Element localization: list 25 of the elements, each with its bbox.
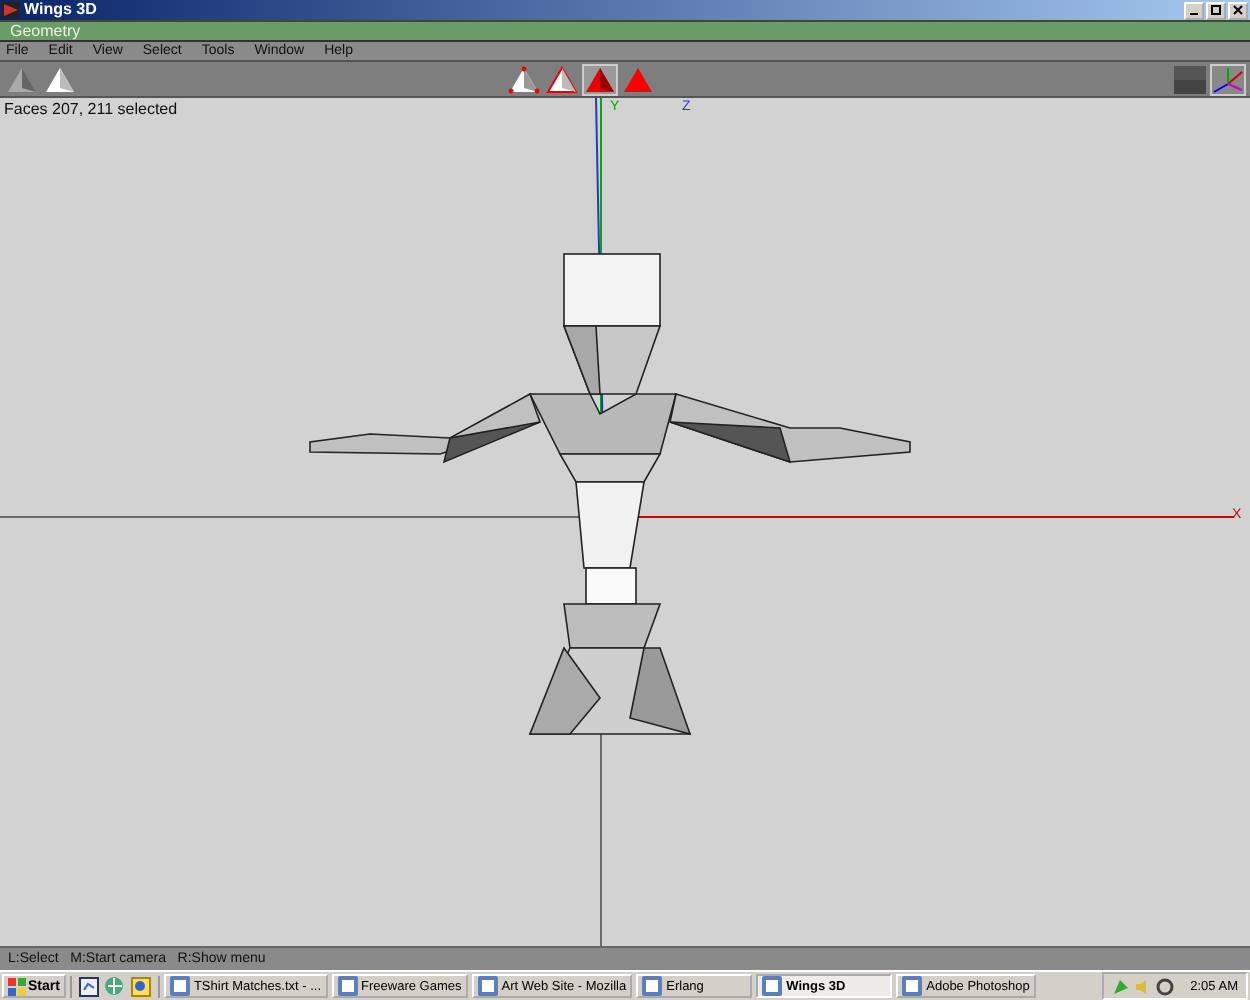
pyramid-icon [44, 65, 76, 93]
panel-title: Geometry [10, 22, 81, 40]
pyramid-icon [622, 65, 654, 93]
restore-button[interactable] [1206, 1, 1226, 19]
pyramid-icon [584, 65, 616, 93]
axes-button[interactable] [1210, 63, 1246, 95]
selection-info: Faces 207, 211 selected [4, 100, 178, 118]
restore-icon [1208, 2, 1224, 18]
minimize-button[interactable] [1184, 1, 1204, 19]
window-title: Wings 3D [24, 0, 99, 20]
close-icon [1230, 2, 1246, 18]
windows-logo-icon [8, 977, 26, 995]
shaded-square-icon [1174, 65, 1206, 93]
selection-mode-button[interactable] [582, 63, 618, 95]
view-button[interactable] [42, 63, 78, 95]
selection-mode-button[interactable] [506, 63, 542, 95]
pyramid-icon [6, 65, 38, 93]
axes-icon [1212, 65, 1244, 93]
app-icon [2, 2, 20, 18]
shading-button[interactable] [1172, 63, 1208, 95]
pyramid-icon [546, 65, 578, 93]
selection-mode-button[interactable] [544, 63, 580, 95]
pyramid-icon [508, 65, 540, 93]
close-button[interactable] [1228, 1, 1248, 19]
view-button[interactable] [4, 63, 40, 95]
